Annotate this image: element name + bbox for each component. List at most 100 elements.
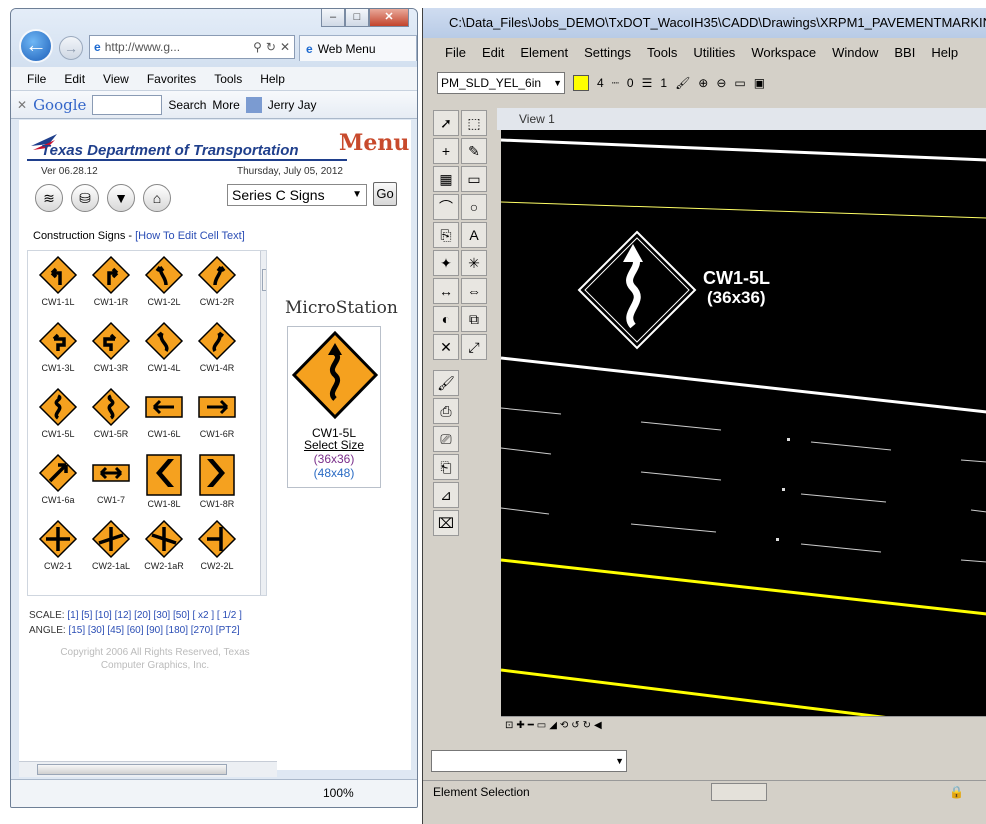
menu-edit[interactable]: Edit <box>64 72 85 86</box>
ms-menu-file[interactable]: File <box>445 42 466 64</box>
view-control-icons[interactable]: ⊡✚━▭◢⟲↺↻◀ <box>501 720 605 731</box>
measure-angle-icon[interactable]: ⊿ <box>433 482 459 508</box>
tentative-icon[interactable]: ✎ <box>461 138 487 164</box>
placed-cell-sign[interactable] <box>577 230 697 350</box>
layers-icon[interactable]: ≋ <box>35 184 63 212</box>
menu-favorites[interactable]: Favorites <box>147 72 196 86</box>
sign-cell[interactable]: CW1-2L <box>136 255 192 307</box>
brush-icon[interactable]: 🖌 <box>675 76 690 90</box>
lock-icon[interactable]: 🔒 <box>949 781 964 803</box>
delete-icon[interactable]: ✕ <box>433 334 459 360</box>
cell-icon[interactable]: ⎘ <box>433 222 459 248</box>
edit-cell-text-link[interactable]: [How To Edit Cell Text] <box>135 230 245 242</box>
doc-delete-icon[interactable]: ⌧ <box>433 510 459 536</box>
zoom-level[interactable]: 100% <box>323 786 354 800</box>
drawing-canvas[interactable]: CW1-5L (36x36) <box>501 130 986 716</box>
scale-icon[interactable]: ⤢ <box>461 334 487 360</box>
stop-icon[interactable]: ✕ <box>280 40 294 54</box>
address-bar[interactable]: e http://www.g... ⚲ ↻ ✕ <box>89 35 295 59</box>
pattern-icon[interactable]: ▦ <box>433 166 459 192</box>
sign-cell[interactable]: CW2-1aL <box>83 519 139 571</box>
style-value[interactable]: 0 <box>627 76 634 90</box>
tool-settings-select[interactable]: ▼ <box>431 750 627 772</box>
sign-cell[interactable]: CW1-4R <box>189 321 245 373</box>
level-select[interactable]: PM_SLD_YEL_6in ▼ <box>437 72 565 94</box>
google-search-button[interactable]: Search <box>168 98 206 112</box>
sign-cell[interactable]: CW1-3L <box>30 321 86 373</box>
size-48-link[interactable]: (48x48) <box>295 466 373 480</box>
sign-cell[interactable]: CW1-5L <box>30 387 86 439</box>
sign-cell[interactable]: CW1-6a <box>30 453 86 505</box>
vertical-scrollbar[interactable] <box>260 251 266 595</box>
sign-cell[interactable]: CW1-8L <box>136 453 192 509</box>
fit-view-icon[interactable]: ▣ <box>754 76 765 90</box>
ms-menu-utilities[interactable]: Utilities <box>693 42 735 64</box>
close-button[interactable]: ✕ <box>369 9 409 27</box>
google-search-input[interactable] <box>92 94 163 115</box>
search-icon[interactable]: ⚲ <box>253 40 262 54</box>
sign-cell[interactable]: CW1-1L <box>30 255 86 307</box>
copy-icon[interactable]: ⧉ <box>461 306 487 332</box>
sign-cell[interactable]: CW1-6R <box>189 387 245 439</box>
google-more-button[interactable]: More <box>212 98 239 112</box>
google-user[interactable]: Jerry Jay <box>268 98 317 112</box>
sign-cell[interactable]: CW1-3R <box>83 321 139 373</box>
scale-options[interactable]: [1] [5] [10] [12] [20] [30] [50] [ x2 ] … <box>67 610 242 621</box>
size-36-link[interactable]: (36x36) <box>295 452 373 466</box>
series-select[interactable]: Series C Signs ▼ <box>227 184 367 206</box>
point-icon[interactable]: + <box>433 138 459 164</box>
menu-file[interactable]: File <box>27 72 46 86</box>
window-area-icon[interactable]: ▭ <box>734 76 745 90</box>
doc-icon[interactable]: ⎙ <box>433 398 459 424</box>
color-value[interactable]: 4 <box>597 76 604 90</box>
ms-menu-help[interactable]: Help <box>931 42 958 64</box>
arc-icon[interactable]: ⌒ <box>433 194 459 220</box>
weight-value[interactable]: 1 <box>660 76 667 90</box>
dimension-icon[interactable]: ↔ <box>433 278 459 304</box>
sign-cell[interactable]: CW1-6L <box>136 387 192 439</box>
zoom-in-icon[interactable]: ⊕ <box>698 76 708 90</box>
go-button[interactable]: Go <box>373 182 397 206</box>
sign-cell[interactable]: CW2-1 <box>30 519 86 571</box>
ms-menu-workspace[interactable]: Workspace <box>751 42 816 64</box>
brush-tool-icon[interactable]: 🖌 <box>433 370 459 396</box>
sign-cell[interactable]: CW2-2L <box>189 519 245 571</box>
sign-cell[interactable]: CW1-1R <box>83 255 139 307</box>
line-style-icon[interactable]: ┈ <box>612 76 619 90</box>
home-icon[interactable]: ⌂ <box>143 184 171 212</box>
ms-menu-settings[interactable]: Settings <box>584 42 631 64</box>
ms-menu-tools[interactable]: Tools <box>647 42 677 64</box>
move-icon[interactable]: ⇔ <box>461 278 487 304</box>
sign-cell[interactable]: CW1-8R <box>189 453 245 509</box>
sign-cell[interactable]: CW1-7 <box>83 453 139 505</box>
snap-icon[interactable]: ✦ <box>433 250 459 276</box>
sign-cell[interactable]: CW1-2R <box>189 255 245 307</box>
maximize-button[interactable]: □ <box>345 9 369 27</box>
palette-icon[interactable]: ◐ <box>433 306 459 332</box>
ms-menu-bbi[interactable]: BBI <box>894 42 915 64</box>
ms-menu-element[interactable]: Element <box>520 42 568 64</box>
browser-tab[interactable]: e Web Menu <box>299 35 417 61</box>
line-weight-icon[interactable]: ☰ <box>642 76 653 90</box>
horizontal-scroll-thumb[interactable] <box>37 764 227 775</box>
database-icon[interactable]: ⛁ <box>71 184 99 212</box>
status-field[interactable] <box>711 783 767 801</box>
sign-cell[interactable]: CW2-1aR <box>136 519 192 571</box>
minimize-button[interactable]: – <box>321 9 345 27</box>
rectangle-icon[interactable]: ▭ <box>461 166 487 192</box>
down-arrow-icon[interactable]: ▼ <box>107 184 135 212</box>
text-icon[interactable]: A <box>461 222 487 248</box>
scroll-thumb[interactable] <box>262 269 266 291</box>
fence-icon[interactable]: ⬚ <box>461 110 487 136</box>
doc-dots-icon[interactable]: ⎚ <box>433 426 459 452</box>
horizontal-scrollbar[interactable] <box>19 761 277 777</box>
zoom-out-icon[interactable]: ⊖ <box>716 76 726 90</box>
close-toolbar-icon[interactable]: ✕ <box>17 98 27 112</box>
menu-view[interactable]: View <box>103 72 129 86</box>
sign-cell[interactable]: CW1-4L <box>136 321 192 373</box>
refresh-icon[interactable]: ↻ <box>266 40 276 54</box>
ms-menu-window[interactable]: Window <box>832 42 878 64</box>
circle-icon[interactable]: ○ <box>461 194 487 220</box>
menu-tools[interactable]: Tools <box>214 72 242 86</box>
angle-options[interactable]: [15] [30] [45] [60] [90] [180] [270] [PT… <box>68 625 239 636</box>
